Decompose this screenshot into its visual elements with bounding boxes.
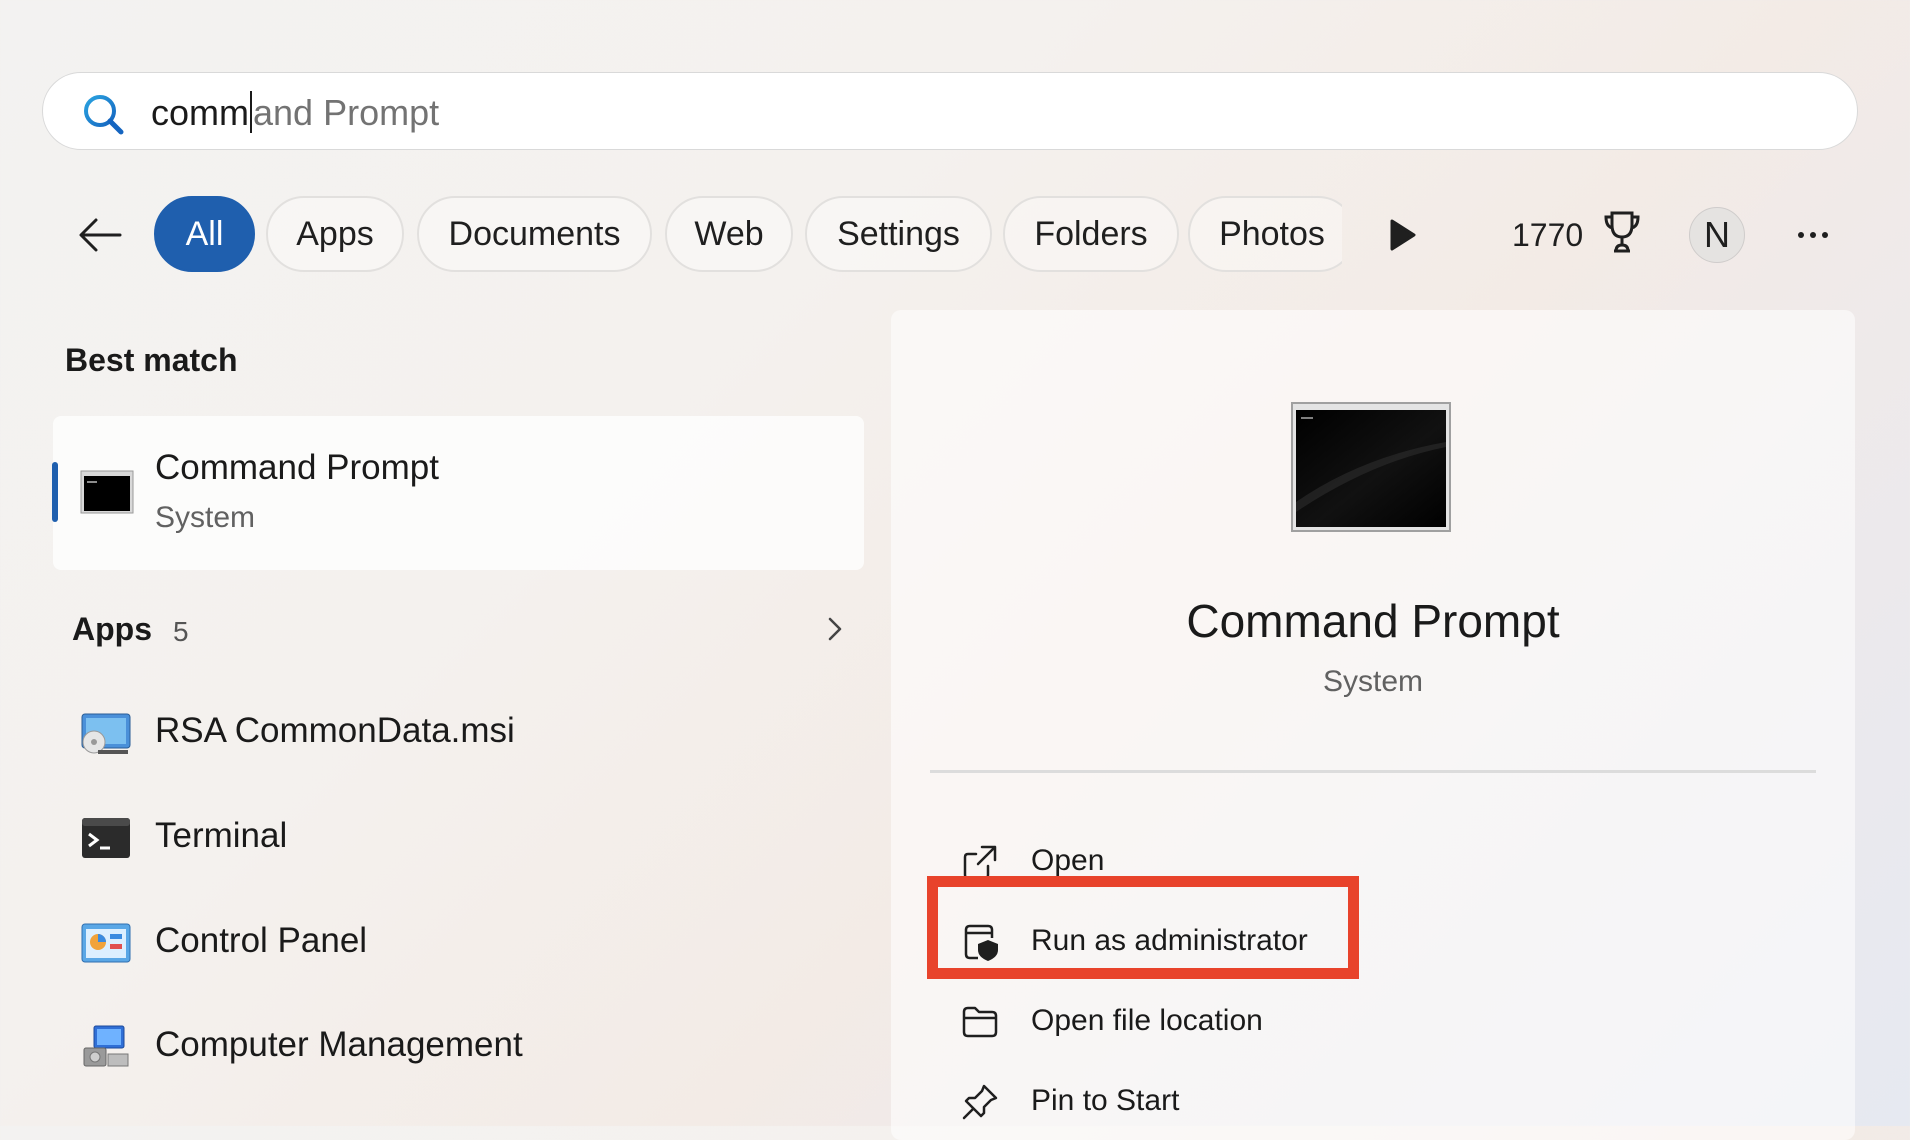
command-prompt-icon: [80, 470, 134, 514]
more-dot: [1798, 232, 1804, 238]
back-button[interactable]: [72, 209, 128, 261]
rewards-points[interactable]: 1770: [1512, 215, 1583, 255]
highlight-annotation-box: [927, 876, 1359, 979]
control-panel-icon: [81, 923, 131, 963]
action-label: Open: [1031, 844, 1105, 877]
best-match-title: Command Prompt: [155, 448, 439, 487]
action-label: Pin to Start: [1031, 1084, 1180, 1117]
scroll-right-play-icon[interactable]: [1384, 215, 1420, 255]
trophy-icon[interactable]: [1602, 209, 1642, 257]
avatar[interactable]: N: [1689, 207, 1745, 263]
command-prompt-large-icon: [1291, 402, 1451, 532]
pin-icon: [962, 1084, 998, 1120]
chip-documents[interactable]: Documents: [417, 196, 652, 272]
chip-apps[interactable]: Apps: [266, 196, 404, 272]
list-item-label: Computer Management: [155, 1025, 523, 1064]
divider: [930, 770, 1816, 773]
open-file-location-action[interactable]: Open file location: [930, 986, 1350, 1056]
selection-indicator: [52, 462, 58, 522]
chip-web[interactable]: Web: [665, 196, 793, 272]
list-item-control-panel[interactable]: Control Panel: [52, 896, 864, 986]
computer-management-icon: [83, 1025, 129, 1067]
search-suggestion-text: and Prompt: [253, 92, 440, 133]
arrow-left-icon: [79, 218, 122, 252]
best-match-subtitle: System: [155, 501, 256, 534]
apps-count: 5: [173, 616, 189, 647]
list-item-computer-management[interactable]: Computer Management: [52, 1000, 864, 1090]
terminal-icon: [82, 818, 130, 858]
list-item-terminal[interactable]: Terminal: [52, 791, 864, 881]
text-caret: [250, 91, 252, 133]
details-subtitle: System: [1322, 665, 1424, 698]
search-icon: [84, 95, 124, 135]
filter-bar: All Apps Documents Web Settings Folders …: [0, 195, 1910, 275]
search-typed-text: comm: [151, 92, 249, 133]
action-label: Open file location: [1031, 1004, 1263, 1037]
installer-icon: [81, 713, 131, 754]
chip-photos[interactable]: Photos: [1188, 196, 1342, 272]
list-item-label: RSA CommonData.msi: [155, 711, 515, 750]
chip-folders[interactable]: Folders: [1003, 196, 1179, 272]
chip-settings[interactable]: Settings: [805, 196, 992, 272]
search-bar[interactable]: comm and Prompt: [42, 72, 1858, 150]
more-dot: [1822, 232, 1828, 238]
best-match-heading: Best match: [65, 342, 238, 378]
details-title: Command Prompt: [1186, 595, 1560, 647]
list-item-rsa-commondata[interactable]: RSA CommonData.msi: [52, 686, 864, 776]
search-input[interactable]: comm and Prompt: [151, 91, 439, 133]
more-dot: [1810, 232, 1816, 238]
filter-chips: All Apps Documents Web Settings Folders …: [154, 195, 1342, 275]
list-item-label: Control Panel: [155, 921, 368, 960]
apps-heading[interactable]: Apps: [72, 611, 152, 648]
folder-icon: [962, 1006, 998, 1038]
chip-all[interactable]: All: [154, 196, 255, 272]
best-match-result[interactable]: [53, 416, 864, 570]
chevron-right-icon[interactable]: [822, 614, 848, 644]
more-options-button[interactable]: [1790, 217, 1836, 253]
list-item-label: Terminal: [155, 816, 288, 855]
